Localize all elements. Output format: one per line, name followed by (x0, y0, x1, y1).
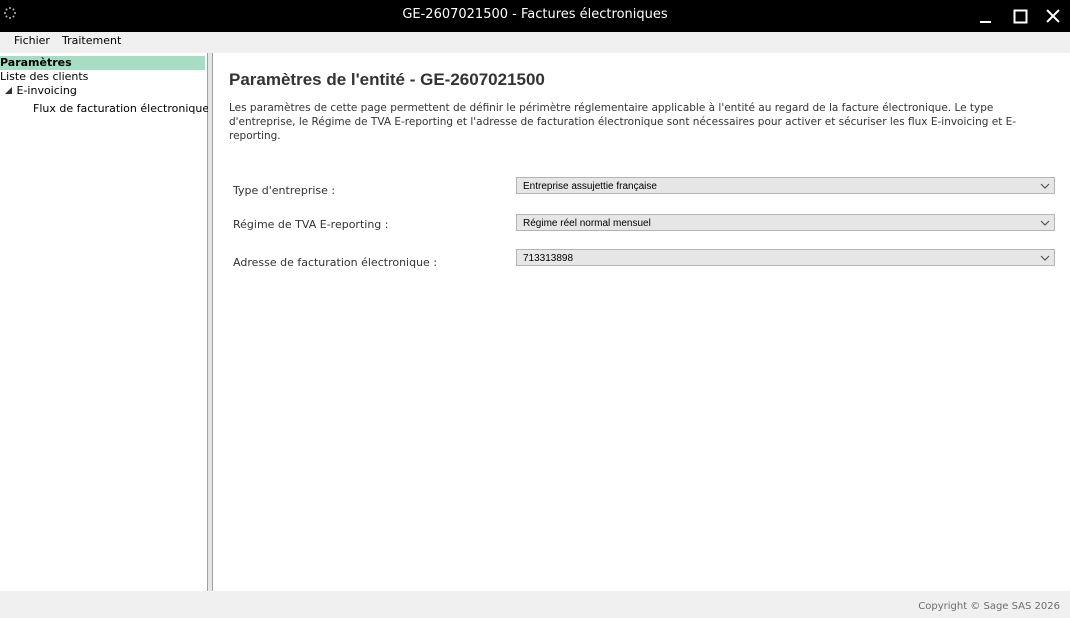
minimize-button[interactable] (968, 3, 1002, 29)
navigation-tree: Paramètres Liste des clients E-invoicing… (0, 53, 209, 591)
status-bar: Copyright © Sage SAS 2026 (0, 591, 1070, 618)
tree-item-flux-de-facturation-electronique[interactable]: Flux de facturation électronique (33, 102, 209, 116)
menu-fichier[interactable]: Fichier (14, 34, 50, 47)
regime-tva-select[interactable]: Régime réel normal mensuel (516, 214, 1055, 231)
tree-item-label: Flux de facturation électronique (33, 102, 210, 115)
maximize-button[interactable] (1003, 3, 1037, 29)
menu-bar: Fichier Traitement (0, 32, 1070, 49)
main-panel: Paramètres de l'entité - GE-2607021500 L… (213, 53, 1070, 591)
page-description: Les paramètres de cette page permettent … (229, 102, 1017, 142)
chevron-down-icon (1040, 183, 1050, 189)
chevron-down-icon (1040, 255, 1050, 261)
adresse-facturation-select[interactable]: 713313898 (516, 249, 1055, 266)
select-value: Entreprise assujettie française (523, 181, 657, 192)
menu-traitement[interactable]: Traitement (62, 34, 121, 47)
maximize-icon (1013, 9, 1028, 24)
chevron-down-icon (1040, 220, 1050, 226)
tree-item-liste-des-clients[interactable]: Liste des clients (0, 70, 88, 84)
field-label-adresse-facturation: Adresse de facturation électronique : (233, 256, 438, 269)
field-label-regime-tva: Régime de TVA E-reporting : (233, 218, 389, 231)
title-bar: GE-2607021500 - Factures électroniques (0, 0, 1070, 32)
tree-item-label: Liste des clients (0, 70, 89, 83)
tree-item-label: E-invoicing (16, 84, 77, 97)
app-window: GE-2607021500 - Factures électroniques F… (0, 0, 1070, 618)
close-button[interactable] (1036, 3, 1070, 29)
select-value: Régime réel normal mensuel (523, 218, 651, 229)
window-title: GE-2607021500 - Factures électroniques (402, 7, 668, 22)
copyright-text: Copyright © Sage SAS 2026 (918, 601, 1060, 612)
minimize-icon (980, 21, 991, 23)
page-title: Paramètres de l'entité - GE-2607021500 (229, 70, 545, 89)
tree-item-parametres[interactable]: Paramètres (0, 56, 205, 70)
tree-item-label: Paramètres (0, 56, 72, 69)
close-icon (1046, 9, 1060, 23)
tree-item-e-invoicing[interactable]: E-invoicing (5, 84, 77, 98)
tree-expanded-triangle-icon[interactable] (5, 84, 13, 98)
type-entreprise-select[interactable]: Entreprise assujettie française (516, 177, 1055, 194)
select-value: 713313898 (523, 253, 574, 264)
field-label-type-entreprise: Type d'entreprise : (233, 184, 336, 197)
